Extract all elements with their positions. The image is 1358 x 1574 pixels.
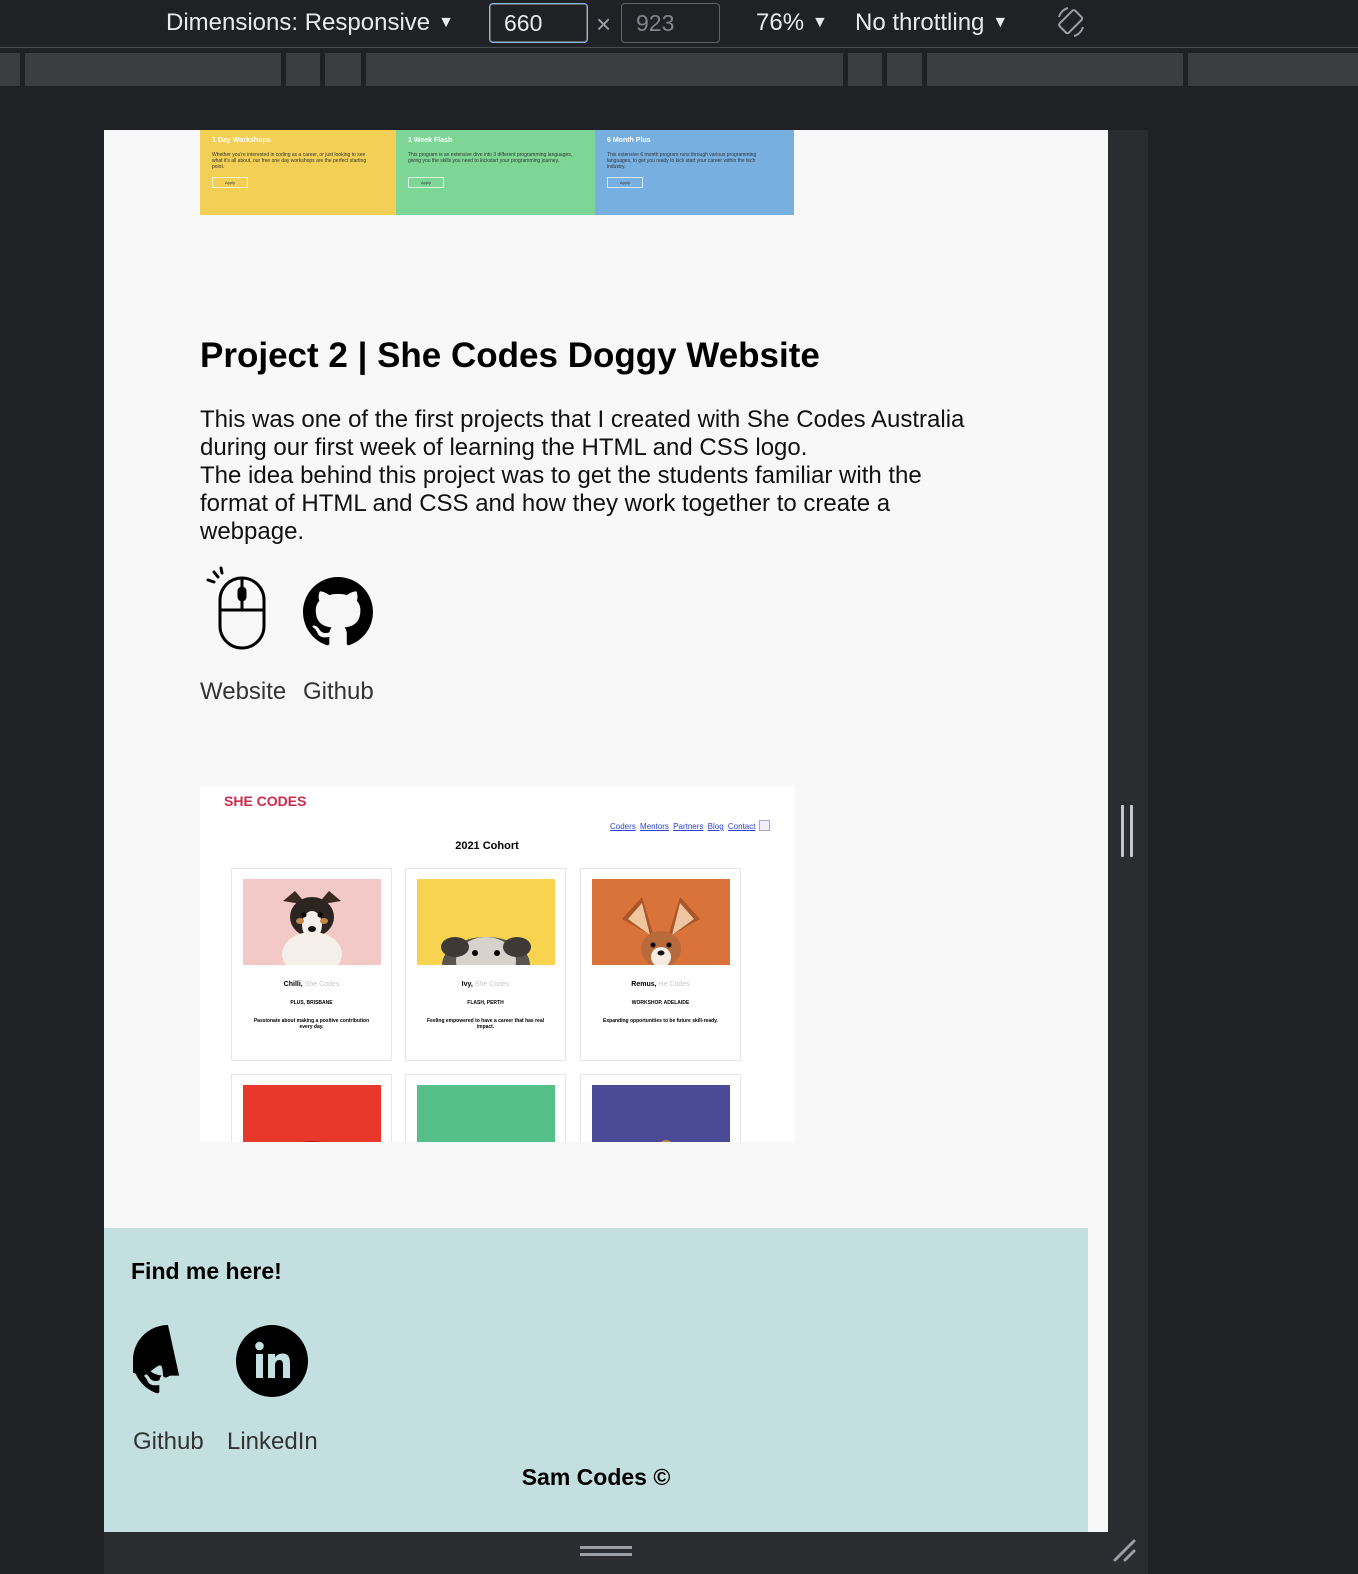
- card-text: Whether you're interested in coding as a…: [212, 152, 367, 170]
- project-description: This was one of the first projects that …: [200, 406, 980, 546]
- width-input[interactable]: 660: [489, 3, 588, 43]
- caret-down-icon: ▼: [812, 14, 828, 31]
- project-desc-paragraph: This was one of the first projects that …: [200, 406, 965, 461]
- dog-photo: [417, 879, 555, 965]
- preview-nav-link: Blog: [707, 822, 724, 831]
- dog-photo: [417, 1085, 555, 1142]
- preview-dog-card: Chilli, She Codes PLUS, BRISBANE Passion…: [231, 868, 392, 1061]
- apply-button[interactable]: Apply: [212, 177, 248, 188]
- footer-github-link[interactable]: Github: [133, 1428, 204, 1456]
- preview-dog-card: [405, 1074, 566, 1142]
- linkedin-icon[interactable]: [236, 1325, 308, 1397]
- devtools-device-toolbar: Dimensions: Responsive ▼ 660 × 923 76% ▼ N…: [0, 0, 1358, 48]
- preview-cohort-title: 2021 Cohort: [455, 840, 519, 852]
- footer-title: Find me here!: [131, 1258, 282, 1284]
- dog-meta: WORKSHOP, ADELAIDE: [631, 1000, 690, 1006]
- dog-photo: [243, 879, 381, 965]
- preview-nav-link: Partners: [673, 822, 704, 831]
- footer: Find me here! Github LinkedIn Sam Codes …: [104, 1228, 1088, 1532]
- program-card: 6 Month Plus This extensive 6 month prog…: [595, 130, 794, 215]
- card-title: 1 Day Workshops: [212, 137, 271, 144]
- preview-nav-link: Mentors: [640, 822, 669, 831]
- github-icon[interactable]: [133, 1325, 203, 1395]
- project-desc-paragraph: The idea behind this project was to get …: [200, 462, 922, 545]
- dog-quote: Feeling empowered to have a career that …: [427, 1018, 544, 1030]
- mouse-click-icon[interactable]: [204, 566, 268, 652]
- card-text: This program is an extensive dive into 3…: [408, 152, 573, 164]
- throttling-label: No throttling: [855, 9, 985, 36]
- dimensions-label: Dimensions: Responsive: [166, 9, 431, 36]
- broken-image-icon: [759, 820, 771, 831]
- preview-dog-card: Ivy, She Codes FLASH, PERTH Feeling empo…: [405, 868, 566, 1061]
- resize-corner-icon[interactable]: [1112, 1538, 1138, 1564]
- dog-meta: FLASH, PERTH: [467, 1000, 504, 1006]
- emulated-viewport: 1 Day Workshops Whether you're intereste…: [104, 130, 1108, 1532]
- preview-nav-link: Contact: [727, 822, 756, 831]
- times-icon: ×: [596, 9, 612, 39]
- dog-meta: PLUS, BRISBANE: [290, 1000, 333, 1006]
- program-cards-strip: 1 Day Workshops Whether you're intereste…: [200, 130, 794, 215]
- copyright: Sam Codes ©: [521, 1464, 671, 1490]
- preview-logo: SHE CODES: [224, 793, 307, 809]
- card-title: 1 Week Flash: [408, 137, 453, 144]
- program-card: 1 Week Flash This program is an extensiv…: [396, 130, 595, 215]
- program-card: 1 Day Workshops Whether you're intereste…: [200, 130, 396, 215]
- card-title: 6 Month Plus: [607, 137, 651, 144]
- caret-down-icon: ▼: [992, 14, 1009, 31]
- dimensions-dropdown[interactable]: Dimensions: Responsive ▼: [166, 8, 454, 38]
- height-input[interactable]: 923: [621, 3, 720, 43]
- resize-handle-bottom[interactable]: [580, 1546, 632, 1558]
- dog-tag: She Codes: [304, 981, 340, 988]
- apply-button[interactable]: Apply: [408, 177, 444, 188]
- github-icon[interactable]: [303, 577, 373, 647]
- preview-nav-link: Coders: [610, 822, 636, 831]
- dog-quote: Passionate about making a positive contr…: [253, 1018, 370, 1030]
- dog-tag: She Codes: [474, 981, 510, 988]
- throttling-dropdown[interactable]: No throttling ▼: [855, 8, 1008, 38]
- dog-photo: [592, 879, 730, 965]
- dog-name: Remus,: [631, 981, 657, 988]
- zoom-label: 76%: [756, 9, 805, 36]
- project-screenshot: SHE CODES Coders Mentors Partners Blog C…: [200, 786, 794, 1142]
- zoom-dropdown[interactable]: 76% ▼: [756, 8, 828, 38]
- preview-dog-card: [231, 1074, 392, 1142]
- media-query-bar[interactable]: [0, 53, 1358, 86]
- github-link[interactable]: Github: [303, 678, 374, 706]
- dog-photo: [243, 1085, 381, 1142]
- project-title: Project 2 | She Codes Doggy Website: [200, 336, 820, 375]
- dog-name: Ivy,: [461, 981, 473, 988]
- card-text: This extensive 6 month program runs thro…: [607, 152, 757, 170]
- dog-name: Chilli,: [283, 981, 303, 988]
- preview-dog-card: [580, 1074, 741, 1142]
- preview-nav: Coders Mentors Partners Blog Contact: [610, 820, 771, 831]
- footer-linkedin-link[interactable]: LinkedIn: [227, 1428, 318, 1456]
- caret-down-icon: ▼: [438, 14, 454, 31]
- preview-dog-card: Remus, He Codes WORKSHOP, ADELAIDE Expan…: [580, 868, 741, 1061]
- rotate-icon[interactable]: [1056, 6, 1086, 38]
- website-link[interactable]: Website: [200, 678, 286, 706]
- dog-tag: He Codes: [658, 981, 690, 988]
- dog-photo: [592, 1085, 730, 1142]
- dog-quote: Expanding opportunities to be future ski…: [603, 1018, 718, 1024]
- resize-handle-right[interactable]: [1121, 805, 1135, 857]
- apply-button[interactable]: Apply: [607, 177, 643, 188]
